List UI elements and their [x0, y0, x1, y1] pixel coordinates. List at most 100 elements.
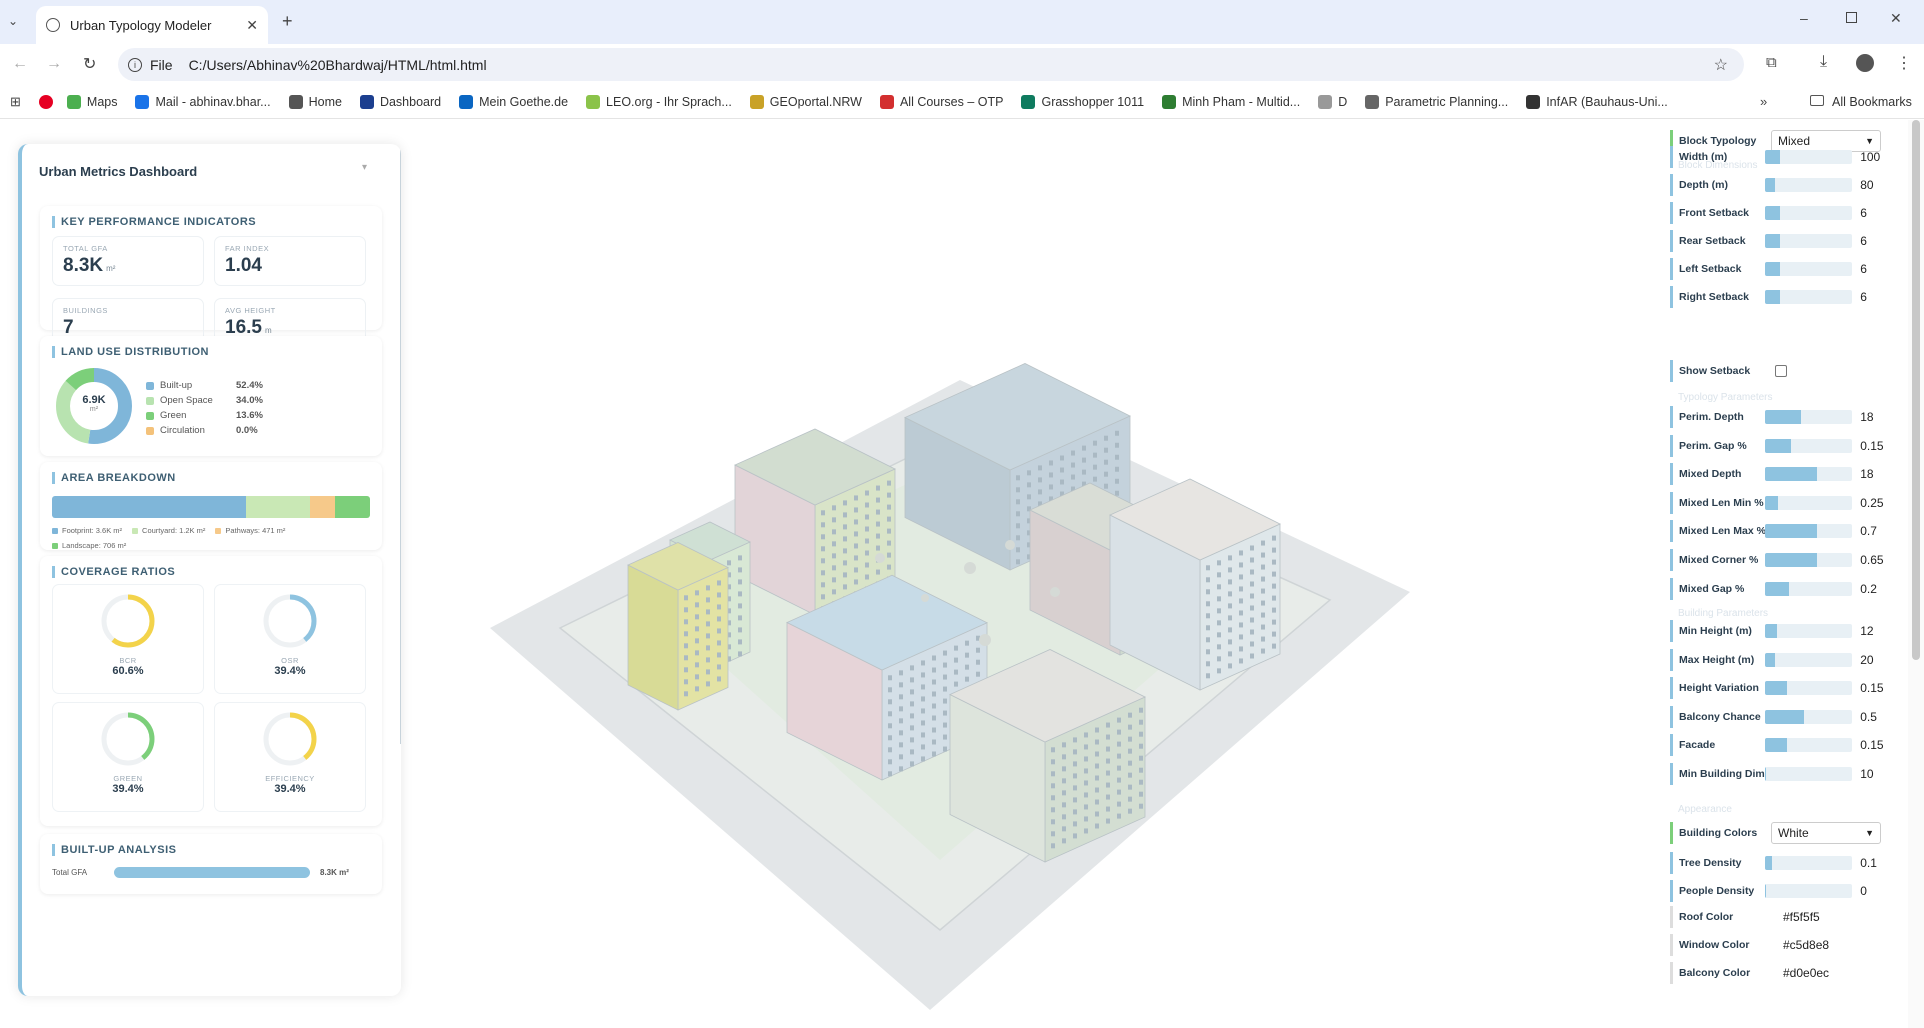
all-bookmarks-link[interactable]: All Bookmarks: [1832, 95, 1912, 109]
slider-track[interactable]: [1764, 624, 1853, 638]
avatar[interactable]: [1856, 54, 1874, 72]
pinterest-icon[interactable]: [38, 94, 53, 109]
minimize-icon[interactable]: –: [1800, 10, 1808, 26]
slider-fill: [1764, 738, 1788, 753]
slider-track[interactable]: [1764, 234, 1853, 248]
bookmark-item[interactable]: Minh Pham - Multid...: [1162, 94, 1300, 109]
bookmark-item[interactable]: Dashboard: [359, 94, 441, 109]
slider-value-input[interactable]: 0.15: [1852, 439, 1902, 453]
slider-track[interactable]: [1764, 290, 1853, 304]
slider-value-input[interactable]: 10: [1852, 767, 1902, 781]
page-scrollbar[interactable]: [1908, 120, 1924, 1028]
bookmark-item[interactable]: D: [1318, 94, 1347, 109]
slider-track[interactable]: [1764, 150, 1853, 164]
slider-track[interactable]: [1764, 767, 1853, 781]
slider-value-input[interactable]: 6: [1852, 262, 1902, 276]
bookmark-item[interactable]: InfAR (Bauhaus-Uni...: [1526, 94, 1668, 109]
slider-track[interactable]: [1764, 581, 1853, 596]
close-tab-icon[interactable]: ✕: [246, 17, 258, 34]
slider-value-input[interactable]: 0.25: [1852, 496, 1902, 510]
area-legend-item: Landscape: 706 m²: [52, 538, 126, 553]
slider-label: Mixed Len Min %: [1679, 496, 1764, 509]
slider-value-input[interactable]: 0.15: [1852, 738, 1902, 752]
bookmark-item[interactable]: Maps: [66, 94, 117, 109]
slider-value-input[interactable]: 12: [1852, 624, 1902, 638]
slider-track[interactable]: [1764, 524, 1853, 539]
address-bar[interactable]: i File C:/Users/Abhinav%20Bhardwaj/HTML/…: [118, 48, 1744, 81]
apps-icon[interactable]: ⊞: [10, 94, 21, 110]
tab-list-icon[interactable]: ⌄: [8, 14, 18, 28]
slider-track[interactable]: [1764, 178, 1853, 192]
back-icon[interactable]: ←: [12, 55, 28, 73]
collapse-icon[interactable]: ▾: [362, 162, 367, 173]
coverage-value: 39.4%: [274, 783, 306, 795]
slider-value-input[interactable]: 0.1: [1852, 856, 1902, 870]
3d-viewport[interactable]: [410, 120, 1660, 1028]
reload-icon[interactable]: ↻: [83, 54, 96, 74]
color-row: Roof Color #f5f5f5: [1670, 906, 1902, 928]
builtup-title: BUILT-UP ANALYSIS: [52, 844, 176, 856]
slider-value-input[interactable]: 6: [1852, 290, 1902, 304]
slider-value-input[interactable]: 18: [1852, 467, 1902, 481]
extensions-icon[interactable]: ⧉: [1766, 54, 1777, 71]
bookmark-item[interactable]: Parametric Planning...: [1365, 94, 1508, 109]
slider-track[interactable]: [1764, 709, 1853, 724]
slider-value-input[interactable]: 6: [1852, 206, 1902, 220]
slider-track[interactable]: [1764, 652, 1853, 667]
bookmark-item[interactable]: GEOportal.NRW: [749, 94, 862, 109]
bookmark-item[interactable]: LEO.org - Ihr Sprach...: [586, 94, 732, 109]
slider-track[interactable]: [1764, 262, 1853, 276]
slider-value-input[interactable]: 0.2: [1852, 582, 1902, 596]
show-setback-checkbox[interactable]: [1775, 365, 1787, 377]
slider-fill: [1764, 767, 1767, 781]
slider-value-input[interactable]: 0.7: [1852, 524, 1902, 538]
bookmark-label: Home: [308, 94, 342, 109]
slider-track[interactable]: [1764, 884, 1853, 898]
slider-track[interactable]: [1764, 738, 1853, 753]
bookmark-item[interactable]: Grasshopper 1011: [1021, 94, 1144, 109]
browser-tab[interactable]: Urban Typology Modeler ✕: [36, 6, 268, 44]
slider-value-input[interactable]: 0.15: [1852, 681, 1902, 695]
slider-track[interactable]: [1764, 467, 1853, 482]
slider-label: Mixed Len Max %: [1679, 525, 1765, 538]
download-icon[interactable]: ⤓: [1820, 53, 1827, 71]
bookmark-item[interactable]: Mein Goethe.de: [459, 94, 568, 109]
color-value-input[interactable]: #f5f5f5: [1783, 910, 1820, 924]
slider-track[interactable]: [1764, 495, 1853, 510]
building-colors-select[interactable]: White ▼: [1771, 822, 1881, 844]
slider-value-input[interactable]: 0.65: [1852, 553, 1902, 567]
new-tab-icon[interactable]: +: [282, 11, 293, 32]
bookmark-favicon-icon: [459, 94, 474, 109]
forward-icon[interactable]: →: [46, 55, 62, 73]
slider-track[interactable]: [1764, 206, 1853, 220]
slider-label: Height Variation: [1679, 682, 1759, 695]
slider-value-input[interactable]: 18: [1852, 410, 1902, 424]
slider-value-input[interactable]: 80: [1852, 178, 1902, 192]
area-breakdown-card: AREA BREAKDOWN Footprint: 3.6K m² Courtya…: [40, 462, 382, 550]
slider-track[interactable]: [1764, 856, 1853, 870]
bookmark-item[interactable]: Mail - abhinav.bhar...: [135, 94, 271, 109]
slider-track[interactable]: [1764, 438, 1853, 453]
slider-row: Right Setback 6: [1670, 286, 1902, 308]
bookmark-item[interactable]: Home: [288, 94, 342, 109]
slider-track[interactable]: [1764, 681, 1853, 696]
dashboard-scrollbar[interactable]: [400, 144, 401, 744]
slider-value-input[interactable]: 100: [1852, 150, 1902, 164]
bookmark-item[interactable]: All Courses – OTP: [879, 94, 1003, 109]
more-bookmarks-icon[interactable]: »: [1760, 94, 1767, 109]
building-4: [627, 542, 729, 711]
color-value-input[interactable]: #d0e0ec: [1783, 966, 1829, 980]
slider-value-input[interactable]: 0: [1852, 884, 1902, 898]
color-value-input[interactable]: #c5d8e8: [1783, 938, 1829, 952]
slider-value-input[interactable]: 6: [1852, 234, 1902, 248]
menu-icon[interactable]: ⋮: [1896, 53, 1912, 73]
slider-track[interactable]: [1764, 553, 1853, 567]
restore-icon[interactable]: [1846, 12, 1857, 23]
url-text[interactable]: C:/Users/Abhinav%20Bhardwaj/HTML/html.ht…: [189, 57, 1714, 73]
slider-value-input[interactable]: 0.5: [1852, 710, 1902, 724]
bookmark-star-icon[interactable]: ☆: [1714, 55, 1728, 75]
slider-value-input[interactable]: 20: [1852, 653, 1902, 667]
close-window-icon[interactable]: ✕: [1890, 10, 1902, 27]
slider-fill: [1764, 290, 1781, 304]
slider-track[interactable]: [1764, 410, 1853, 424]
